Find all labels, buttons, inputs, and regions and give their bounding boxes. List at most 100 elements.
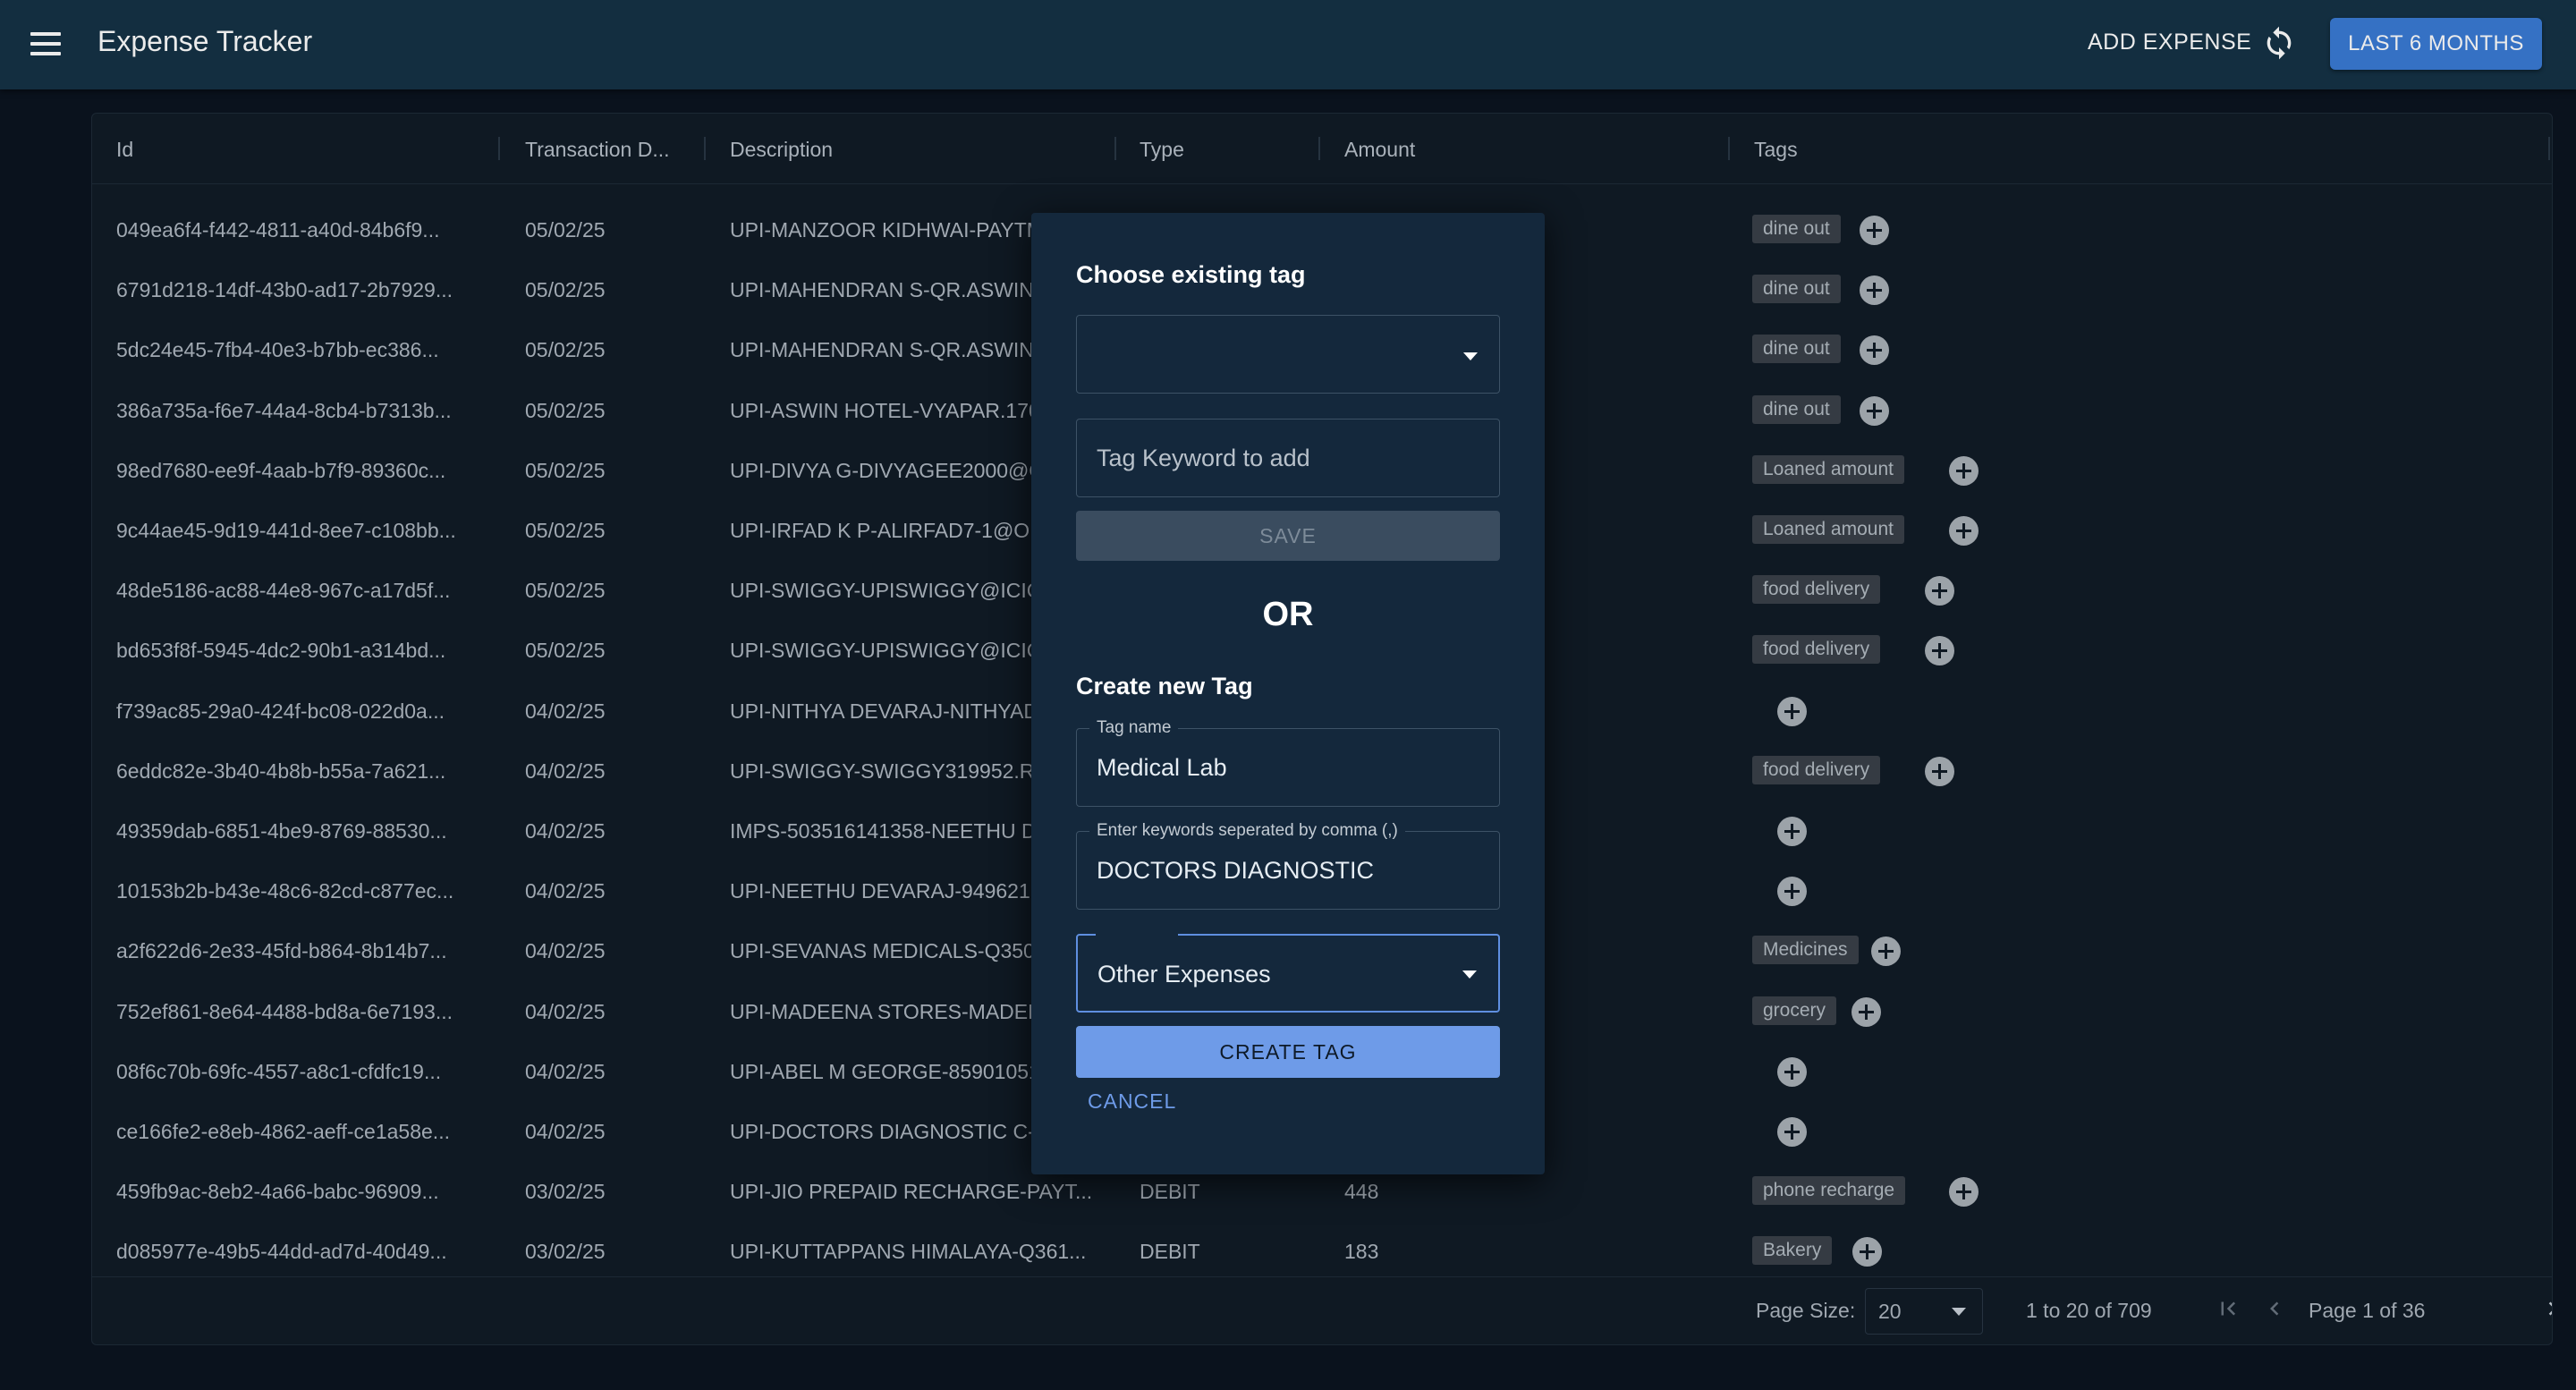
column-separator[interactable] <box>1728 137 1730 160</box>
tag-keyword-field[interactable] <box>1076 419 1500 497</box>
add-tag-icon[interactable] <box>1925 756 1954 786</box>
cell-date: 04/02/25 <box>525 879 606 903</box>
add-tag-icon[interactable] <box>1949 1177 1979 1208</box>
cell-description: UPI-JIO PREPAID RECHARGE-PAYT... <box>730 1180 1093 1204</box>
create-tag-button[interactable]: CREATE TAG <box>1076 1026 1500 1078</box>
last-6-months-button[interactable]: LAST 6 MONTHS <box>2330 18 2542 70</box>
cell-id: 10153b2b-b43e-48c6-82cd-c877ec... <box>116 879 454 903</box>
cell-date: 05/02/25 <box>525 519 606 542</box>
cell-type: DEBIT <box>1140 1180 1200 1204</box>
column-separator[interactable] <box>1318 137 1320 160</box>
cell-id: 9c44ae45-9d19-441d-8ee7-c108bb... <box>116 519 456 542</box>
notch <box>1096 933 1178 937</box>
add-tag-icon[interactable] <box>1777 1056 1807 1087</box>
cell-date: 05/02/25 <box>525 338 606 362</box>
existing-tag-select[interactable] <box>1076 315 1500 394</box>
add-tag-icon[interactable] <box>1777 696 1807 726</box>
add-tag-icon[interactable] <box>1871 937 1901 967</box>
chevron-left-icon[interactable] <box>2261 1295 2288 1322</box>
cell-date: 04/02/25 <box>525 1059 606 1083</box>
column-header-description[interactable]: Description <box>730 138 833 162</box>
add-tag-icon[interactable] <box>1925 636 1954 666</box>
add-tag-icon[interactable] <box>1777 877 1807 907</box>
tag-chip[interactable]: dine out <box>1752 275 1841 304</box>
add-tag-icon[interactable] <box>1860 216 1889 245</box>
add-tag-icon[interactable] <box>1852 996 1881 1027</box>
keywords-field[interactable]: Enter keywords seperated by comma (,) <box>1076 821 1500 910</box>
column-separator[interactable] <box>1114 137 1116 160</box>
column-separator[interactable] <box>2548 137 2550 160</box>
cell-id: ce166fe2-e8eb-4862-aeff-ce1a58e... <box>116 1120 450 1143</box>
column-separator[interactable] <box>704 137 706 160</box>
cancel-button[interactable]: CANCEL <box>1088 1089 1176 1114</box>
cell-id: f739ac85-29a0-424f-bc08-022d0a... <box>116 699 445 723</box>
cell-date: 03/02/25 <box>525 1240 606 1264</box>
column-header-tags[interactable]: Tags <box>1754 138 1798 162</box>
add-tag-icon[interactable] <box>1852 1237 1882 1267</box>
first-page-icon[interactable] <box>2215 1295 2241 1322</box>
caret-down-icon <box>1463 352 1478 360</box>
add-tag-icon[interactable] <box>1949 516 1979 546</box>
page-indicator: Page 1 of 36 <box>2309 1299 2426 1322</box>
cell-id: 08f6c70b-69fc-4557-a8c1-cfdfc19... <box>116 1059 442 1083</box>
cell-date: 04/02/25 <box>525 819 606 843</box>
cell-date: 05/02/25 <box>525 398 606 422</box>
tag-chip[interactable]: Bakery <box>1752 1236 1833 1266</box>
tag-keyword-input[interactable] <box>1097 420 1472 496</box>
cell-id: 459fb9ac-8eb2-4a66-babc-96909... <box>116 1180 439 1204</box>
save-button[interactable]: SAVE <box>1076 511 1500 561</box>
add-tag-icon[interactable] <box>1860 335 1889 366</box>
column-separator[interactable] <box>498 137 500 160</box>
cell-date: 03/02/25 <box>525 1180 606 1204</box>
tag-chip[interactable]: phone recharge <box>1752 1176 1906 1206</box>
cell-id: 5dc24e45-7fb4-40e3-b7bb-ec386... <box>116 338 439 362</box>
create-new-tag-title: Create new Tag <box>1076 673 1253 699</box>
add-tag-icon[interactable] <box>1777 817 1807 846</box>
app-title: Expense Tracker <box>97 25 313 57</box>
tag-chip[interactable]: food delivery <box>1752 755 1881 784</box>
cell-id: 752ef861-8e64-4488-bd8a-6e7193... <box>116 999 453 1023</box>
refresh-icon[interactable] <box>2261 25 2297 61</box>
tag-name-field[interactable]: Tag name <box>1076 718 1500 807</box>
column-header-id[interactable]: Id <box>116 138 133 162</box>
tag-name-input[interactable] <box>1097 729 1472 806</box>
category-value: Other Expenses <box>1097 961 1271 987</box>
table-row[interactable]: d085977e-49b5-44dd-ad7d-40d49... 03/02/25… <box>92 1222 2552 1282</box>
tag-chip[interactable]: food delivery <box>1752 575 1881 605</box>
tag-chip[interactable]: food delivery <box>1752 635 1881 665</box>
column-header-transaction-date[interactable]: Transaction D... <box>525 138 669 162</box>
tag-chip[interactable]: Medicines <box>1752 936 1859 965</box>
page-size-select[interactable]: 20 <box>1865 1288 1983 1335</box>
add-expense-button[interactable]: ADD EXPENSE <box>2088 30 2251 55</box>
cell-date: 05/02/25 <box>525 579 606 603</box>
category-select[interactable]: Other Expenses <box>1076 933 1500 1013</box>
tag-dialog: Choose existing tag SAVE OR Create new T… <box>1031 213 1545 1174</box>
chevron-right-icon[interactable] <box>2539 1295 2552 1322</box>
column-header-amount[interactable]: Amount <box>1344 138 1415 162</box>
cell-type: DEBIT <box>1140 1240 1200 1264</box>
add-tag-icon[interactable] <box>1860 395 1889 426</box>
tag-chip[interactable]: dine out <box>1752 215 1841 243</box>
tag-chip[interactable]: grocery <box>1752 996 1837 1025</box>
tag-chip[interactable]: dine out <box>1752 335 1841 364</box>
add-tag-icon[interactable] <box>1925 576 1954 606</box>
cell-id: a2f622d6-2e33-45fd-b864-8b14b7... <box>116 939 447 963</box>
keywords-input[interactable] <box>1097 832 1472 909</box>
tag-chip[interactable]: Loaned amount <box>1752 454 1904 484</box>
column-header-type[interactable]: Type <box>1140 138 1184 162</box>
tag-chip[interactable]: dine out <box>1752 394 1841 424</box>
add-tag-icon[interactable] <box>1949 455 1979 486</box>
page-range-text: 1 to 20 of 709 <box>2026 1299 2152 1322</box>
grid-header: Id Transaction D... Description Type Amo… <box>92 114 2552 184</box>
add-tag-icon[interactable] <box>1777 1117 1807 1147</box>
cell-date: 04/02/25 <box>525 999 606 1023</box>
cell-id: 6791d218-14df-43b0-ad17-2b7929... <box>116 278 453 302</box>
cell-date: 04/02/25 <box>525 1120 606 1143</box>
add-tag-icon[interactable] <box>1860 275 1889 306</box>
tag-chip[interactable]: Loaned amount <box>1752 515 1904 544</box>
cell-id: d085977e-49b5-44dd-ad7d-40d49... <box>116 1240 447 1264</box>
menu-icon[interactable] <box>30 30 61 57</box>
or-divider: OR <box>1262 596 1314 633</box>
choose-existing-tag-title: Choose existing tag <box>1076 261 1306 288</box>
cell-date: 04/02/25 <box>525 939 606 963</box>
